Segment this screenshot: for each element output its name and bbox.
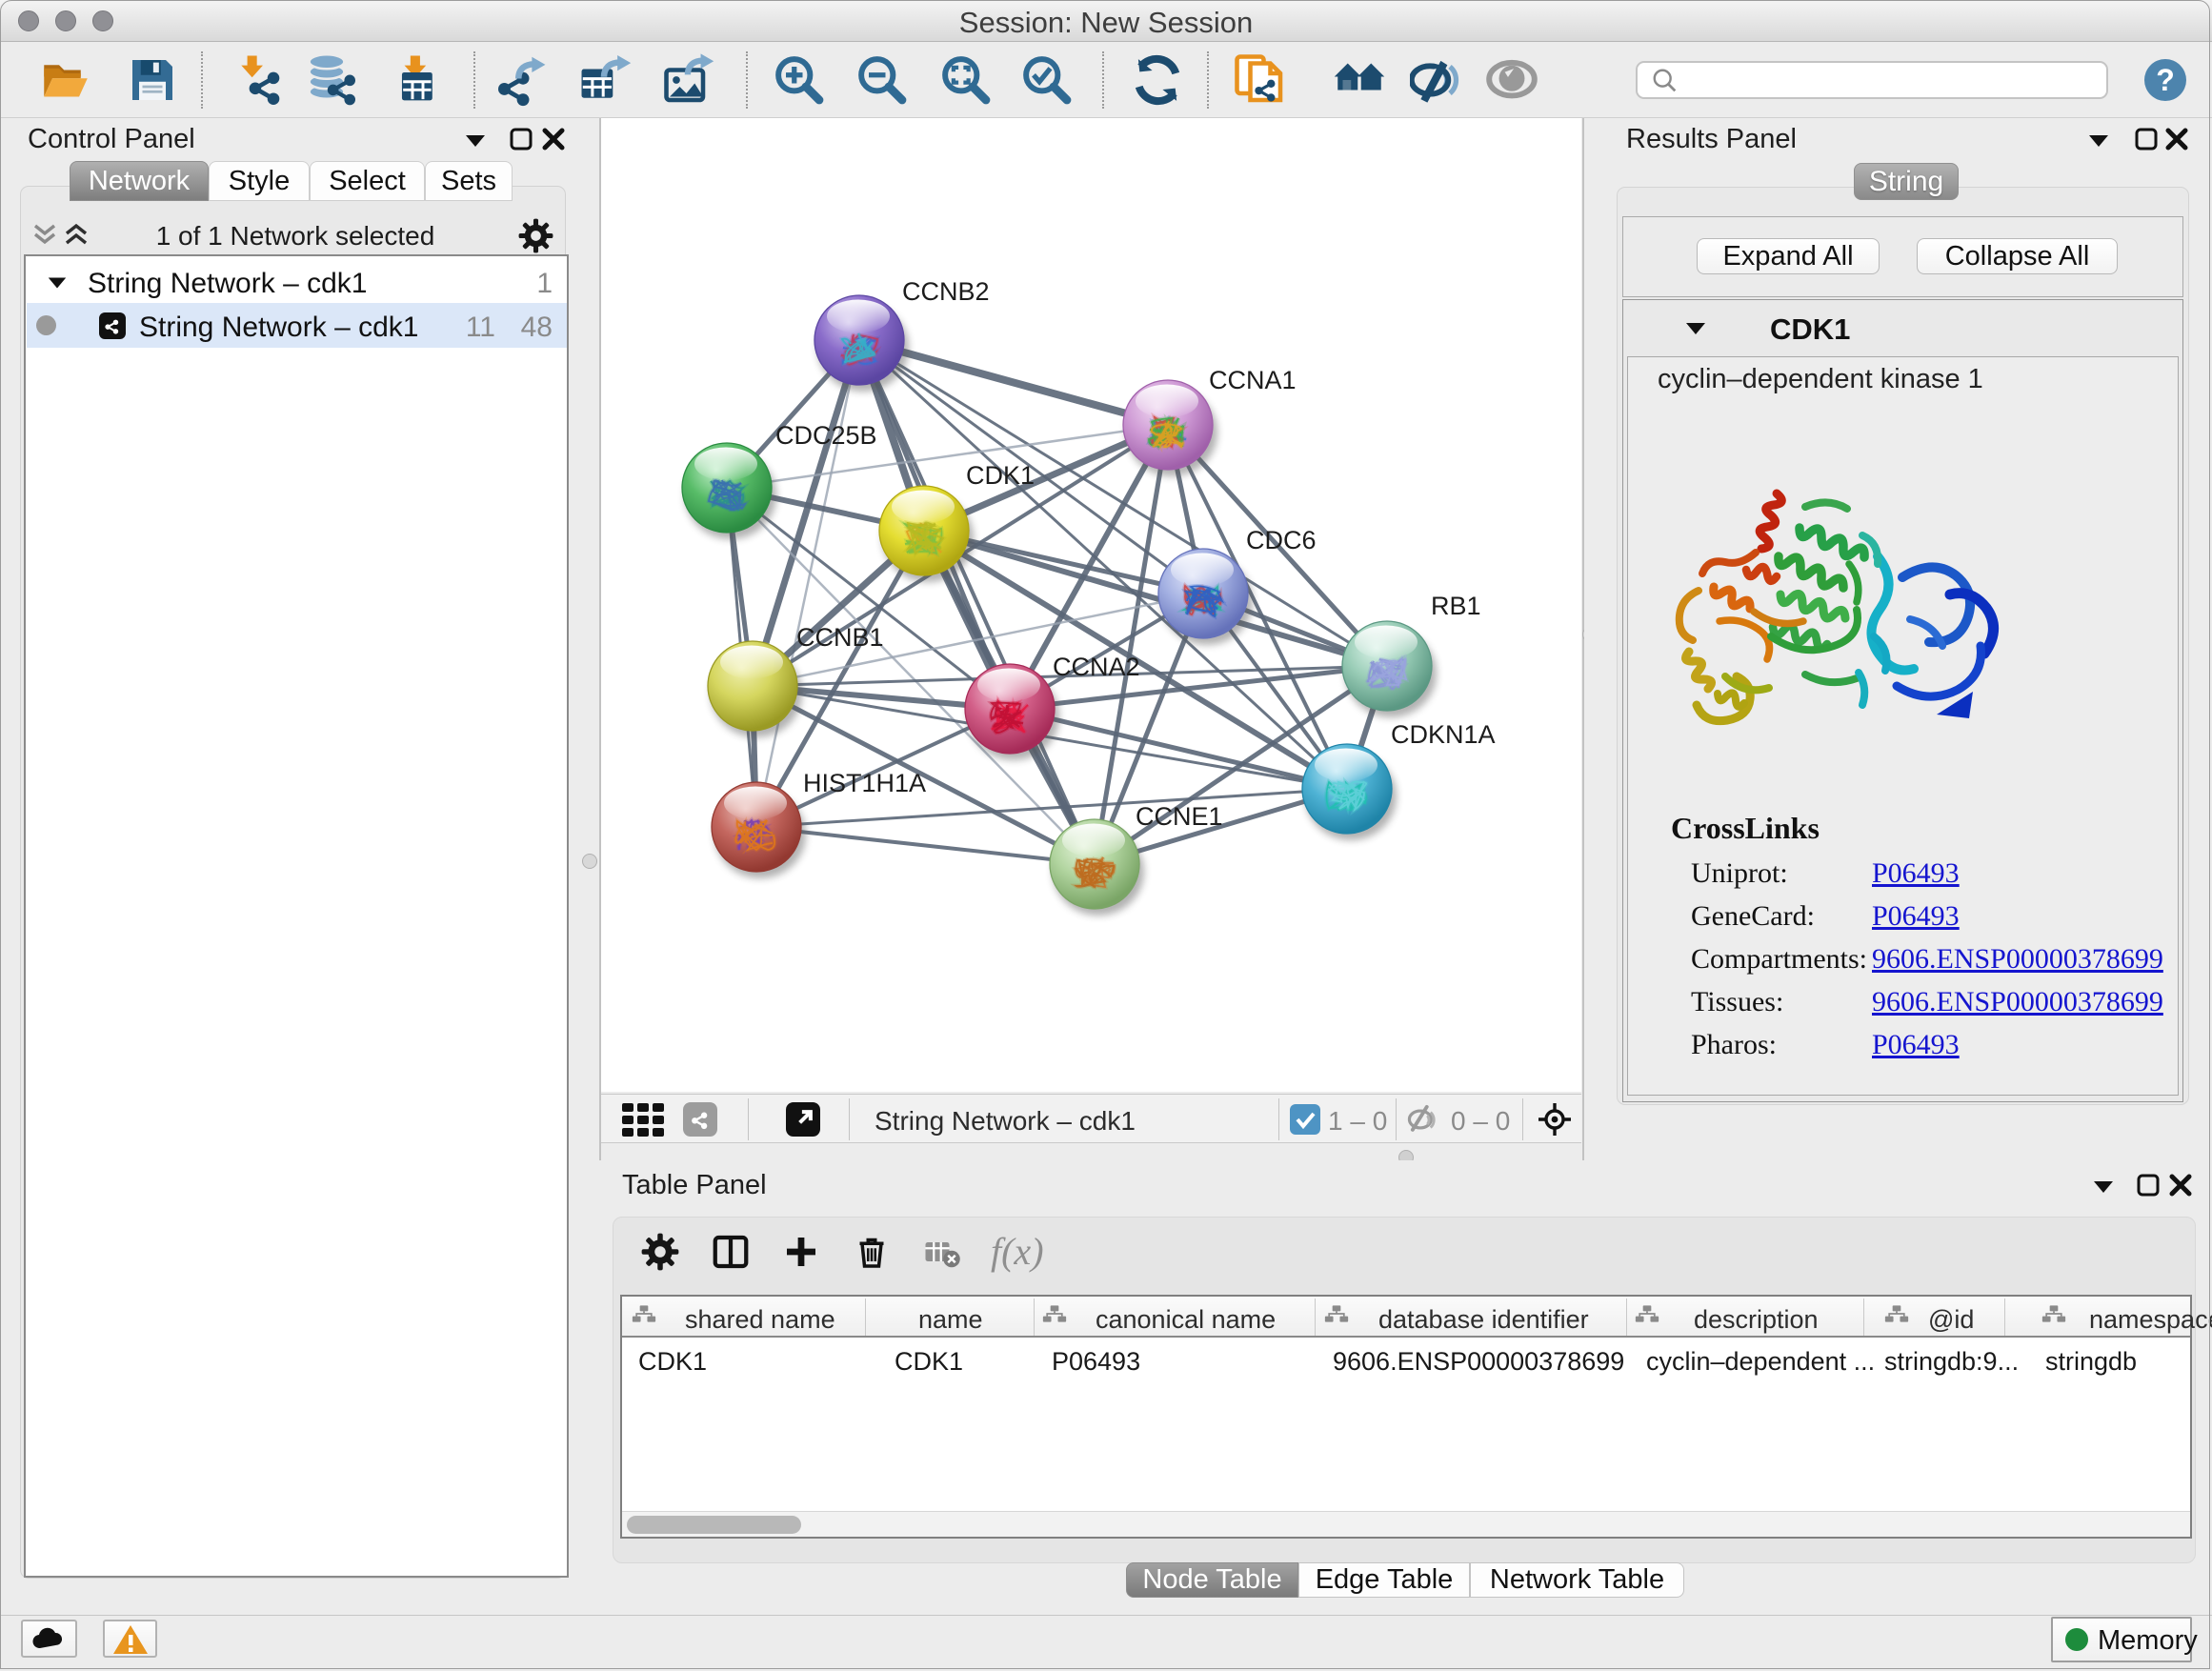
svg-text:CDK1: CDK1 — [966, 461, 1035, 490]
svg-text:CCNA2: CCNA2 — [1053, 653, 1140, 681]
svg-text:CDC25B: CDC25B — [775, 421, 877, 450]
svg-text:?: ? — [2156, 63, 2175, 97]
svg-text:RB1: RB1 — [1431, 592, 1481, 620]
svg-text:CCNA1: CCNA1 — [1209, 366, 1297, 394]
svg-text:CCNE1: CCNE1 — [1136, 802, 1223, 831]
svg-text:CDKN1A: CDKN1A — [1391, 720, 1496, 749]
svg-text:HIST1H1A: HIST1H1A — [803, 769, 926, 797]
svg-text:CDC6: CDC6 — [1246, 526, 1317, 554]
svg-text:CCNB2: CCNB2 — [902, 277, 990, 306]
svg-text:CCNB1: CCNB1 — [796, 623, 884, 652]
